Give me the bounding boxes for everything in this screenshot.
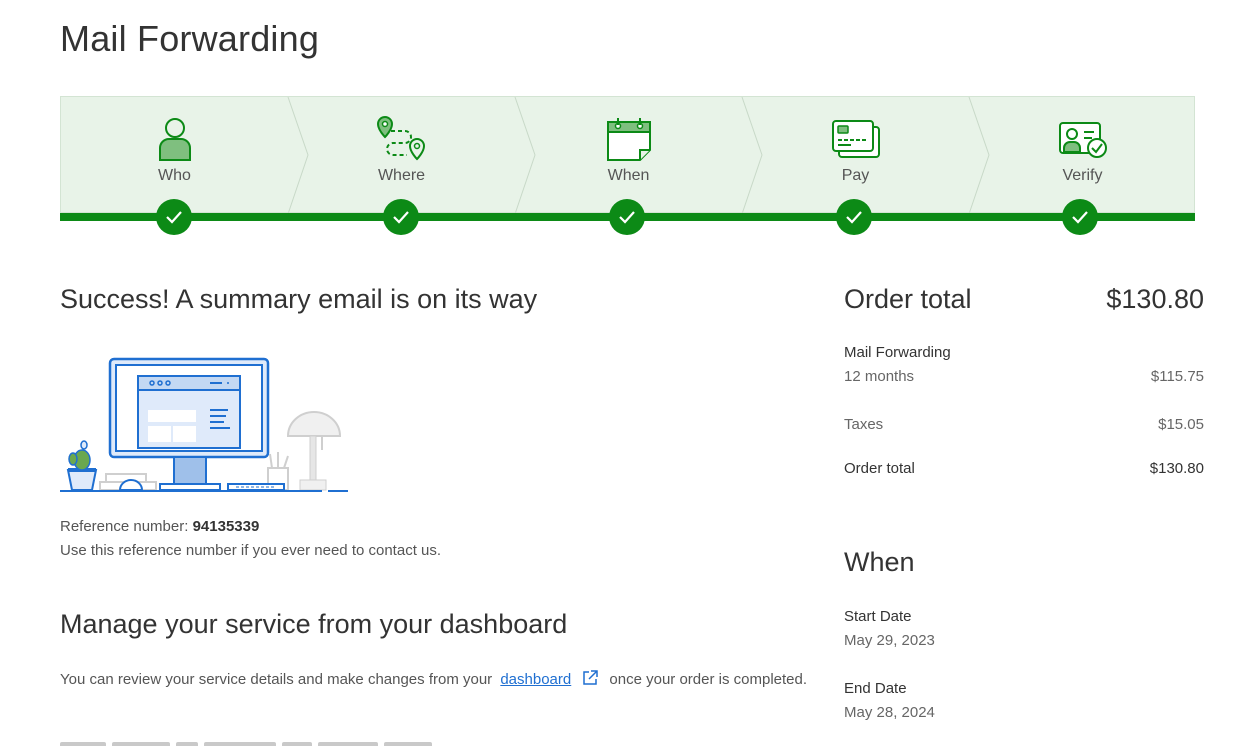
calendar-icon (606, 117, 652, 166)
check-icon (383, 199, 419, 235)
route-pins-icon (376, 115, 427, 168)
step-label-verify: Verify (1062, 167, 1103, 184)
taxes-label: Taxes (844, 416, 884, 433)
order-item-term: 12 months (844, 368, 915, 385)
dashboard-link[interactable]: dashboard (500, 671, 571, 688)
manage-description: You can review your service details and … (60, 668, 820, 695)
step-label-who: Who (158, 167, 191, 184)
step-label-pay: Pay (841, 167, 870, 184)
page: Mail Forwarding Who Where When Pay Verif… (0, 0, 1241, 746)
reference-note: Use this reference number if you ever ne… (60, 542, 442, 559)
desk-computer-illustration (60, 356, 352, 499)
credit-cards-icon (831, 119, 881, 164)
order-item-name: Mail Forwarding (844, 344, 1204, 361)
reference-label: Reference number: (60, 518, 189, 535)
truncated-text-line (60, 736, 480, 746)
order-item-name-text: Mail Forwarding (844, 344, 951, 361)
order-total-amount: $130.80 (1106, 284, 1204, 314)
taxes-row: Taxes $15.05 (844, 416, 1204, 433)
order-total-row: Order total $130.80 (844, 460, 1204, 477)
end-date-value: May 28, 2024 (844, 704, 935, 721)
id-card-check-icon (1058, 121, 1108, 164)
order-total-value: $130.80 (1149, 460, 1204, 477)
step-label-where: Where (377, 167, 426, 184)
manage-heading: Manage your service from your dashboard (60, 609, 568, 639)
external-link-icon (581, 669, 599, 695)
manage-text-before: You can review your service details and … (60, 671, 493, 688)
when-heading: When (844, 547, 915, 577)
taxes-value: $15.05 (1158, 416, 1204, 433)
check-icon (156, 199, 192, 235)
step-verify: Verify (969, 97, 1196, 214)
order-total-heading: Order total (844, 284, 972, 314)
step-when: When (515, 97, 742, 214)
progress-steps: Who Where When Pay Verify (60, 96, 1196, 214)
order-item-price: $115.75 (1150, 368, 1204, 385)
step-who: Who (61, 97, 288, 214)
step-label-when: When (607, 167, 650, 184)
manage-text-after: once your order is completed. (609, 671, 808, 688)
reference-number: 94135339 (192, 518, 260, 535)
person-icon (158, 117, 192, 166)
check-icon (1062, 199, 1098, 235)
check-icon (609, 199, 645, 235)
reference-line: Reference number: 94135339 (60, 518, 259, 535)
order-item-row: 12 months $115.75 (844, 368, 1204, 385)
page-title: Mail Forwarding (60, 18, 320, 59)
order-total-label: Order total (844, 460, 915, 477)
end-date-label: End Date (844, 680, 907, 697)
step-where: Where (288, 97, 515, 214)
start-date-label: Start Date (844, 608, 912, 625)
check-icon (836, 199, 872, 235)
step-pay: Pay (742, 97, 969, 214)
start-date-value: May 29, 2023 (844, 632, 935, 649)
success-heading: Success! A summary email is on its way (60, 284, 538, 314)
